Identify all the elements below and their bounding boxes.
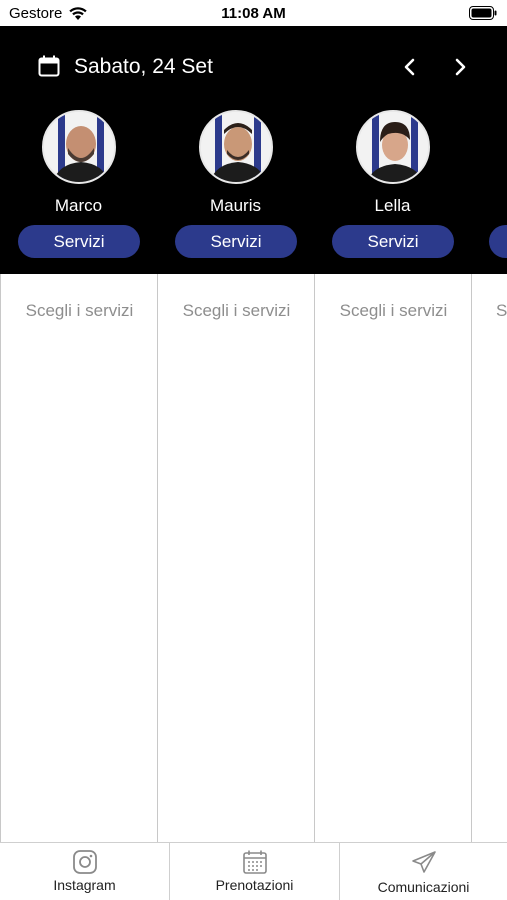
schedule-columns[interactable]: Scegli i servizi Scegli i servizi Scegli… — [0, 274, 507, 842]
avatar[interactable] — [356, 110, 430, 184]
schedule-column[interactable]: Scegli i servizi — [158, 274, 315, 842]
staff-column-partial — [471, 108, 507, 268]
servizi-button[interactable]: Servizi — [18, 225, 140, 258]
schedule-column[interactable]: Scegli i servizi — [0, 274, 158, 842]
tab-label: Comunicazioni — [377, 879, 470, 895]
avatar[interactable] — [42, 110, 116, 184]
staff-column-marco: Marco Servizi — [0, 108, 157, 268]
chevron-left-icon — [404, 58, 415, 76]
staff-column-mauris: Mauris Servizi — [157, 108, 314, 268]
schedule-column[interactable]: Scegli i servizi — [315, 274, 472, 842]
servizi-button[interactable] — [489, 225, 507, 258]
tab-comunicazioni[interactable]: Comunicazioni — [339, 843, 507, 900]
staff-name: Marco — [54, 196, 103, 215]
staff-name: Mauris — [209, 196, 261, 215]
staff-name: Lella — [374, 196, 411, 215]
services-placeholder: Scegli i servizi — [182, 301, 291, 320]
calendar-grid-icon — [242, 850, 267, 874]
avatar[interactable] — [199, 110, 273, 184]
battery-icon — [469, 6, 497, 20]
schedule-column[interactable]: Sc — [472, 274, 507, 842]
services-placeholder: Scegli i servizi — [25, 301, 134, 320]
previous-day-button[interactable] — [396, 53, 424, 81]
chevron-right-icon — [455, 58, 466, 76]
services-placeholder: Sc — [496, 301, 507, 320]
services-placeholder: Scegli i servizi — [339, 301, 448, 320]
status-bar: Gestore 11:08 AM — [0, 0, 507, 26]
instagram-icon — [72, 850, 97, 874]
tab-instagram[interactable]: Instagram — [0, 843, 169, 900]
tab-bar: Instagram Prenotazioni Comunicazioni — [0, 842, 507, 900]
schedule-header: Sabato, 24 Set Marco Servizi Mauris Serv… — [0, 26, 507, 274]
calendar-icon[interactable] — [38, 55, 60, 77]
tab-label: Instagram — [53, 877, 116, 893]
status-time: 11:08 AM — [221, 5, 286, 22]
paper-plane-icon — [411, 851, 436, 873]
servizi-button[interactable]: Servizi — [175, 225, 297, 258]
next-day-button[interactable] — [446, 53, 474, 81]
tab-label: Prenotazioni — [215, 877, 294, 893]
staff-column-lella: Lella Servizi — [314, 108, 471, 268]
servizi-button[interactable]: Servizi — [332, 225, 454, 258]
tab-prenotazioni[interactable]: Prenotazioni — [169, 843, 339, 900]
staff-strip[interactable]: Marco Servizi Mauris Servizi Lella Servi… — [0, 108, 507, 268]
selected-date[interactable]: Sabato, 24 Set — [74, 55, 213, 79]
